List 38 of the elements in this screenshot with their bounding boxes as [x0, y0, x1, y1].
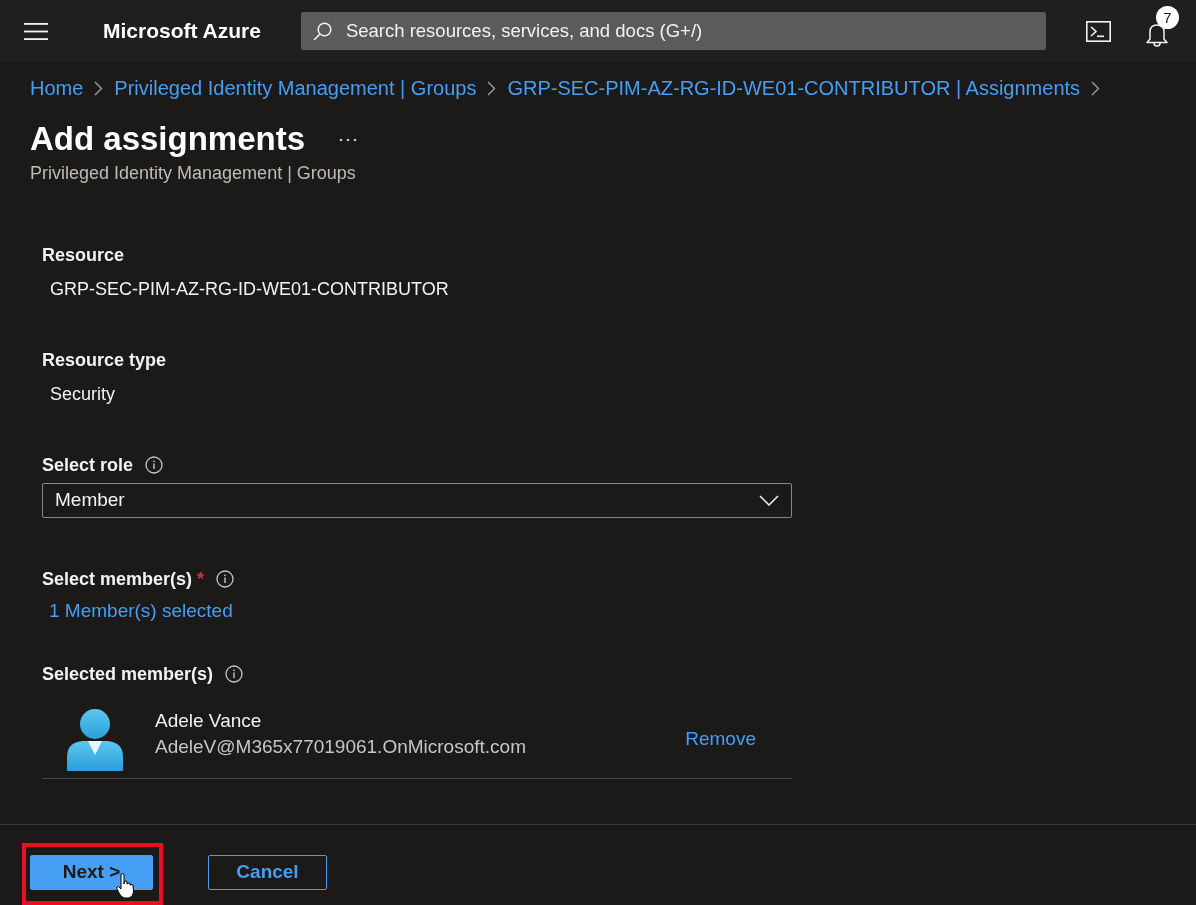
info-icon[interactable] — [225, 665, 244, 683]
member-email: AdeleV@M365x77019061.OnMicrosoft.com — [155, 735, 526, 759]
notification-count: 7 — [1155, 5, 1179, 29]
page-subtitle: Privileged Identity Management | Groups — [30, 162, 356, 184]
search-icon — [312, 22, 332, 41]
chevron-right-icon — [1091, 80, 1101, 96]
field-label: Resource type — [42, 348, 167, 372]
bell-icon — [1145, 21, 1168, 47]
field-label: Selected member(s) — [42, 662, 214, 686]
cloud-shell-button[interactable] — [1085, 20, 1111, 42]
remove-link[interactable]: Remove — [685, 726, 756, 752]
terminal-icon — [1085, 20, 1111, 42]
cancel-button[interactable]: Cancel — [208, 855, 327, 890]
person-silhouette-icon — [67, 709, 123, 771]
breadcrumb-link[interactable]: Home — [30, 73, 84, 103]
members-selected-link[interactable]: 1 Member(s) selected — [49, 599, 233, 623]
field-label: Select member(s) — [42, 567, 193, 591]
menu-button[interactable] — [24, 22, 48, 40]
field-label: Resource — [42, 243, 125, 267]
chevron-down-icon — [759, 495, 779, 506]
app-title[interactable]: Microsoft Azure — [103, 15, 261, 47]
more-icon[interactable] — [339, 138, 358, 142]
field-value: GRP-SEC-PIM-AZ-RG-ID-WE01-CONTRIBUTOR — [50, 278, 449, 301]
breadcrumb-link[interactable]: GRP-SEC-PIM-AZ-RG-ID-WE01-CONTRIBUTOR | Assignments — [507, 73, 1081, 103]
info-icon[interactable] — [216, 570, 235, 588]
field-value: Security — [50, 383, 116, 406]
info-icon[interactable] — [145, 456, 164, 474]
field-label: Select role — [42, 453, 134, 477]
required-mark: * — [197, 567, 205, 591]
next-button[interactable]: Next > — [30, 855, 153, 890]
chevron-right-icon — [94, 80, 104, 96]
page-title: Add assignments — [30, 119, 306, 160]
search-field[interactable]: Search resources, services, and docs (G+/) — [300, 12, 1046, 50]
role-dropdown[interactable]: Member — [42, 483, 792, 518]
member-name: Adele Vance — [155, 709, 262, 733]
menu-icon — [24, 22, 48, 40]
breadcrumb-link[interactable]: Privileged Identity Management | Groups — [114, 73, 477, 103]
chevron-right-icon — [487, 80, 497, 96]
